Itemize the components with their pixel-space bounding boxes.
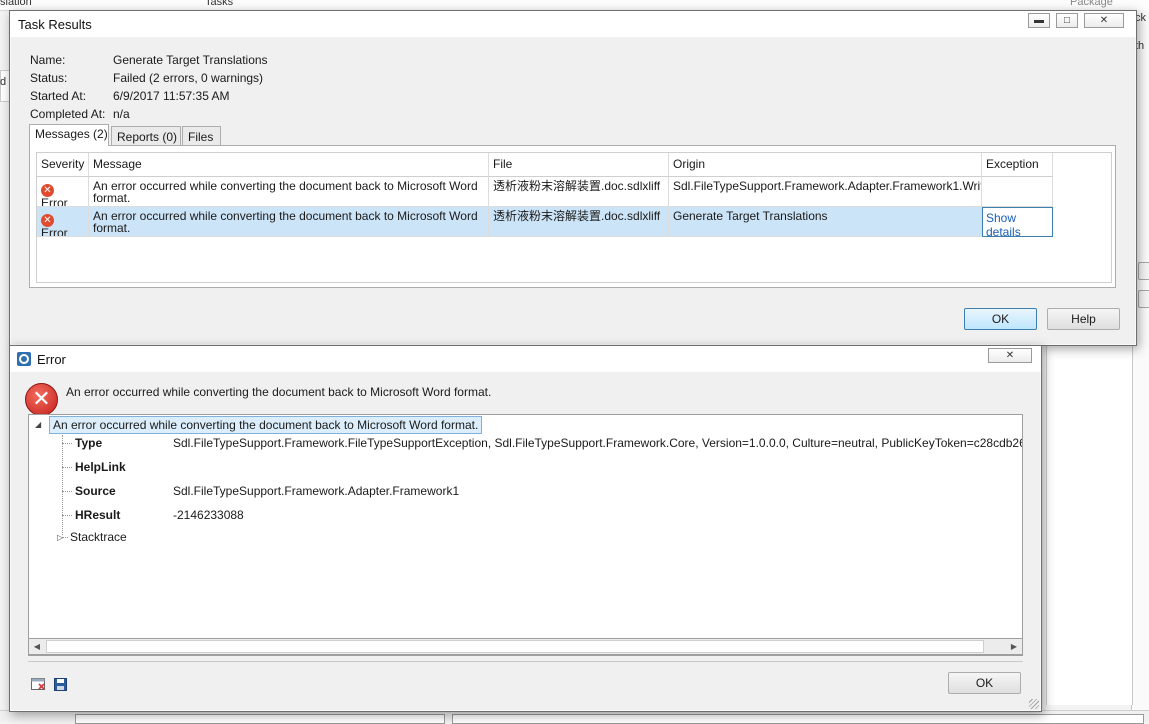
info-label: Name: (30, 53, 66, 67)
background-inner-panel (1046, 345, 1133, 705)
severity-cell: ✕Error (37, 177, 89, 207)
prop-key: Source (75, 484, 116, 498)
column-file[interactable]: File (489, 153, 669, 177)
background-bottom-field-2[interactable] (452, 714, 1144, 724)
error-titlebar[interactable]: Error ✕ (10, 346, 1041, 372)
info-row-name: Name: Generate Target Translations (30, 53, 268, 67)
ok-button[interactable]: OK (948, 672, 1021, 694)
origin-cell: Generate Target Translations (669, 207, 982, 237)
footer-separator (28, 661, 1023, 662)
minimize-icon: ▬ (1034, 15, 1044, 26)
close-icon: ✕ (1099, 15, 1109, 26)
save-icon[interactable] (54, 678, 69, 691)
window-title: Task Results (18, 17, 92, 32)
clear-log-icon[interactable] (31, 678, 46, 691)
background-side-button-2[interactable] (1138, 290, 1149, 308)
prop-key: HelpLink (75, 460, 126, 474)
message-cell: An error occurred while converting the d… (89, 177, 489, 207)
tree-guide-line (62, 443, 72, 444)
severity-text: Error (41, 226, 68, 237)
file-cell: 透析液粉末溶解装置.doc.sdlxliff (489, 177, 669, 207)
scroll-right-icon[interactable]: ▶ (1006, 639, 1022, 654)
messages-grid: Severity Message File Origin Exception ✕… (36, 152, 1112, 283)
error-headline: An error occurred while converting the d… (66, 385, 492, 399)
maximize-button[interactable]: □ (1056, 13, 1078, 28)
minimize-button[interactable]: ▬ (1028, 13, 1050, 28)
prop-value: Sdl.FileTypeSupport.Framework.FileTypeSu… (173, 436, 1023, 450)
table-row-selected[interactable]: ✕Error An error occurred while convertin… (37, 207, 1053, 239)
task-results-titlebar[interactable]: Task Results ▬ □ ✕ (10, 11, 1136, 37)
background-tab-tasks[interactable]: Tasks (205, 0, 233, 8)
column-message[interactable]: Message (89, 153, 489, 177)
tree-guide-line (62, 435, 63, 535)
info-value: 6/9/2017 11:57:35 AM (113, 89, 230, 103)
prop-value: Sdl.FileTypeSupport.Framework.Adapter.Fr… (173, 484, 460, 498)
error-icon: ✕ (25, 383, 58, 416)
help-button[interactable]: Help (1047, 308, 1120, 330)
file-cell: 透析液粉末溶解装置.doc.sdlxliff (489, 207, 669, 237)
tab-reports[interactable]: Reports (0) (111, 126, 181, 146)
resize-grip-icon[interactable] (1029, 699, 1039, 709)
column-severity[interactable]: Severity (37, 153, 89, 177)
task-results-window: Task Results ▬ □ ✕ Name: Generate Target … (9, 10, 1137, 346)
info-value: Failed (2 errors, 0 warnings) (113, 71, 264, 85)
message-cell: An error occurred while converting the d… (89, 207, 489, 237)
tree-guide-line (62, 467, 72, 468)
table-row[interactable]: ✕Error An error occurred while convertin… (37, 177, 1053, 207)
close-button[interactable]: ✕ (988, 348, 1032, 363)
prop-key: Type (75, 436, 103, 450)
show-details-link[interactable]: Show details (982, 207, 1053, 239)
tab-messages[interactable]: Messages (2) (29, 124, 109, 146)
close-icon: ✕ (1005, 350, 1015, 361)
tree-guide-line (62, 491, 72, 492)
background-tab-translation[interactable]: slation (0, 0, 32, 8)
collapse-triangle-icon[interactable]: ◢ (35, 420, 41, 429)
info-label: Status: (30, 71, 68, 85)
origin-cell: Sdl.FileTypeSupport.Framework.Adapter.Fr… (669, 177, 982, 207)
maximize-icon: □ (1063, 15, 1071, 26)
tree-root-node[interactable]: An error occurred while converting the d… (49, 416, 483, 434)
info-label: Started At: (30, 89, 87, 103)
prop-value: -2146233088 (173, 508, 244, 522)
severity-cell: ✕Error (37, 207, 89, 237)
tab-files[interactable]: Files (182, 126, 221, 146)
expand-triangle-icon[interactable]: ▷ (57, 533, 63, 542)
close-button[interactable]: ✕ (1084, 13, 1124, 28)
column-exception[interactable]: Exception (982, 153, 1053, 177)
background-bottom-field-1[interactable] (75, 714, 445, 724)
background-tab-package[interactable]: Package (1070, 0, 1113, 8)
scrollbar-thumb[interactable] (46, 640, 984, 653)
severity-text: Error (41, 196, 68, 207)
info-row-status: Status: Failed (2 errors, 0 warnings) (30, 71, 263, 85)
info-value: Generate Target Translations (113, 53, 268, 67)
tree-guide-line (62, 515, 72, 516)
info-row-started: Started At: 6/9/2017 11:57:35 AM (30, 89, 230, 103)
grid-header: Severity Message File Origin Exception (37, 153, 1053, 177)
messages-panel: Severity Message File Origin Exception ✕… (29, 145, 1116, 288)
column-origin[interactable]: Origin (669, 153, 982, 177)
background-side-button-1[interactable] (1138, 262, 1149, 280)
info-value: n/a (113, 107, 130, 121)
prop-key: HResult (75, 508, 121, 522)
info-label: Completed At: (30, 107, 106, 121)
horizontal-scrollbar[interactable]: ◀ ▶ (28, 638, 1023, 655)
error-window: Error ✕ ✕ An error occurred while conver… (9, 345, 1042, 712)
window-title: Error (37, 352, 66, 367)
exception-cell (982, 177, 1053, 207)
info-row-completed: Completed At: n/a (30, 107, 130, 121)
scroll-left-icon[interactable]: ◀ (29, 639, 45, 654)
tree-node-stacktrace[interactable]: Stacktrace (70, 530, 127, 544)
app-icon (17, 352, 31, 366)
ok-button[interactable]: OK (964, 308, 1037, 330)
exception-tree: ◢ An error occurred while converting the… (28, 414, 1023, 656)
